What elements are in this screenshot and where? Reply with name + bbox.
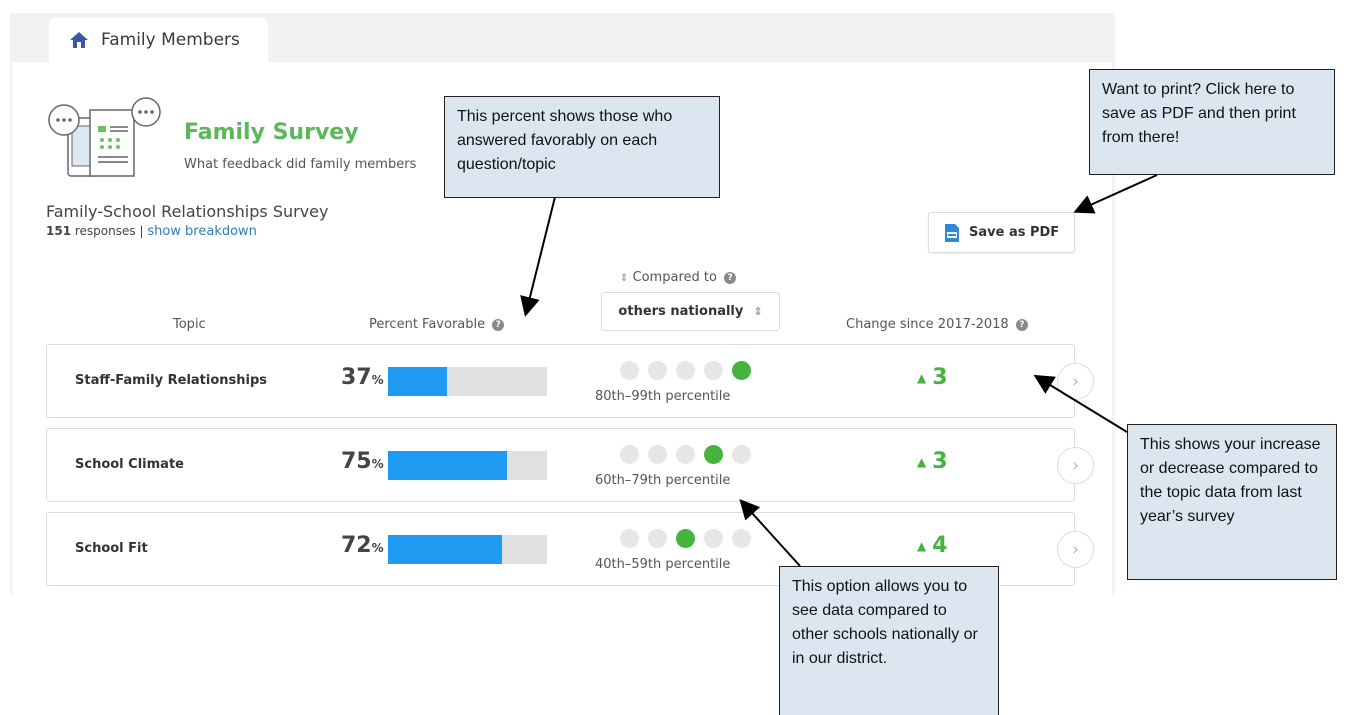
callout-print: Want to print? Click here to save as PDF… bbox=[1089, 69, 1335, 175]
callout-compare: This option allows you to see data compa… bbox=[779, 566, 999, 715]
arrow-print bbox=[1073, 174, 1158, 214]
arrow-percent bbox=[520, 196, 556, 317]
arrow-change bbox=[1033, 374, 1128, 433]
callout-change: This shows your increase or decrease com… bbox=[1127, 424, 1337, 580]
arrow-compare bbox=[739, 499, 801, 567]
callout-percent-favorable: This percent shows those who answered fa… bbox=[444, 96, 720, 198]
